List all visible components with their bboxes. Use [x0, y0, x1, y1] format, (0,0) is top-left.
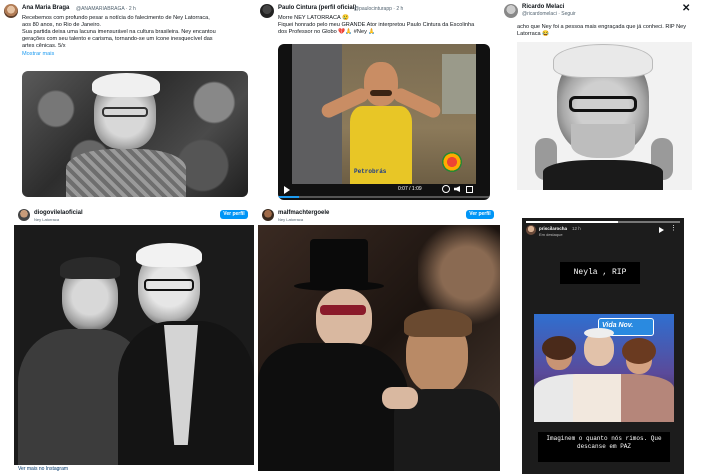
story-username[interactable]: priscilarocha — [539, 226, 567, 231]
user-subtitle: Ney Latorraca — [34, 217, 60, 222]
old-man-hair — [584, 328, 614, 338]
tweet-text-line-2: Fiquei honrado pelo meu GRANDE Ator inte… — [278, 22, 475, 28]
instagram-photo-two-men[interactable] — [14, 225, 254, 465]
avatar[interactable] — [18, 209, 30, 221]
story-label: Neyla , RIP — [560, 262, 640, 284]
author-name[interactable]: Ricardo Melaci — [522, 4, 564, 10]
author-handle[interactable]: @ricardomelaci · Seguir — [522, 11, 576, 17]
fullscreen-icon[interactable] — [466, 186, 473, 193]
man-head — [364, 62, 398, 106]
video-time: 0:07 / 1:09 — [398, 186, 422, 192]
wall-window — [442, 54, 476, 114]
red-glasses — [320, 305, 366, 315]
young-man-hair — [404, 309, 472, 337]
right-man-glasses — [144, 279, 194, 291]
username[interactable]: diogovilelaoficial — [34, 210, 83, 216]
instagram-story: priscilarocha 12 h Em destaque ⋮ Neyla ,… — [522, 218, 684, 474]
tweet-text-line-4: gerações com seu talento e carisma, torn… — [22, 36, 213, 42]
channel-logo — [442, 152, 462, 172]
progress-fill — [278, 196, 300, 198]
play-icon[interactable] — [284, 186, 290, 194]
man-hair — [92, 73, 160, 97]
instagram-post-diogo: diogovilelaoficial Ney Latorraca Ver per… — [14, 207, 254, 474]
top-hat — [310, 239, 368, 285]
close-icon[interactable]: ✕ — [682, 3, 690, 14]
tweet-photo-ney-bw[interactable] — [517, 42, 692, 190]
mustache — [370, 90, 392, 96]
tweet-text-line-1: Recebemos com profundo pesar a notícia d… — [22, 15, 210, 21]
view-more-link[interactable]: Ver mais no Instagram — [18, 466, 68, 473]
author-name[interactable]: Paulo Cintura (perfil oficial) — [278, 5, 356, 11]
man-hair — [553, 44, 653, 78]
avatar[interactable] — [504, 4, 518, 18]
instagram-photo-theatre[interactable] — [258, 225, 500, 471]
volume-icon[interactable] — [454, 186, 460, 192]
view-profile-button[interactable]: Ver perfil — [466, 210, 494, 219]
user-subtitle: Ney Latorraca — [278, 217, 304, 222]
story-progress-fill — [526, 221, 619, 223]
avatar[interactable] — [262, 209, 274, 221]
avatar[interactable] — [4, 4, 18, 18]
people-bodies — [534, 374, 674, 422]
tweet-ricardo-melaci: Ricardo Melaci @ricardomelaci · Seguir ✕… — [500, 0, 702, 207]
author-name[interactable]: Ana Maria Braga — [22, 5, 69, 11]
story-progress-bar — [526, 221, 680, 223]
dark-jacket — [543, 160, 663, 190]
more-icon[interactable]: ⋮ — [670, 224, 677, 232]
avatar[interactable] — [526, 225, 536, 235]
tweet-video[interactable]: Petrobrás 0:07 / 1:09 — [278, 44, 490, 200]
woman-right-hair — [622, 338, 656, 364]
left-man-hair — [60, 257, 120, 279]
progress-bar[interactable] — [278, 196, 490, 198]
glasses — [102, 107, 148, 117]
old-man-hand — [382, 387, 418, 409]
tweet-paulo-cintura: Paulo Cintura (perfil oficial) @paulocin… — [256, 0, 496, 207]
tweet-text-line-3: Sua partida deixa uma lacuna imensurável… — [22, 29, 216, 35]
avatar[interactable] — [260, 4, 274, 18]
old-man-face — [316, 289, 372, 349]
beard — [571, 124, 635, 158]
tweet-text-line-1: Morre NEY LATORRACA 😢 — [278, 15, 349, 21]
tweet-text-line-5: artes cênicas. 5/x — [22, 43, 66, 49]
story-photo[interactable]: Vida Nov. — [534, 314, 674, 422]
story-time: 12 h — [572, 226, 581, 231]
play-icon[interactable] — [659, 227, 664, 233]
author-handle[interactable]: @paulocinturapp · 2 h — [354, 6, 403, 12]
man-shirt — [66, 149, 186, 197]
instagram-post-malf: malfmachtergoele Ney Latorraca Ver perfi… — [258, 207, 500, 474]
tweet-text: acho que Ney foi a pessoa mais engraçada… — [517, 24, 687, 37]
view-profile-button[interactable]: Ver perfil — [220, 210, 248, 219]
tweet-ana-maria-braga: Ana Maria Braga @ANAMARIABRAGA · 2 h Rec… — [0, 0, 252, 207]
author-handle[interactable]: @ANAMARIABRAGA · 2 h — [76, 6, 136, 12]
tweet-photo-ney[interactable] — [22, 71, 248, 197]
video-frame: Petrobrás — [292, 44, 476, 184]
shirt-text: Petrobrás — [354, 168, 387, 175]
glasses — [569, 96, 637, 112]
right-man-hair — [136, 243, 202, 267]
tweet-text-line-2: aos 80 anos, no Rio de Janeiro. — [22, 22, 101, 28]
settings-icon[interactable] — [442, 185, 450, 193]
woman-left-hair — [542, 336, 576, 360]
story-subtitle: Em destaque — [539, 232, 563, 237]
show-more-link[interactable]: Mostrar mais — [22, 51, 54, 58]
username[interactable]: malfmachtergoele — [278, 210, 329, 216]
story-caption: Imaginem o quanto nós rimos. Que descans… — [538, 432, 670, 462]
tweet-text-line-3: dos Professor no Globo 💔🙏 #Ney 🙏 — [278, 29, 376, 35]
